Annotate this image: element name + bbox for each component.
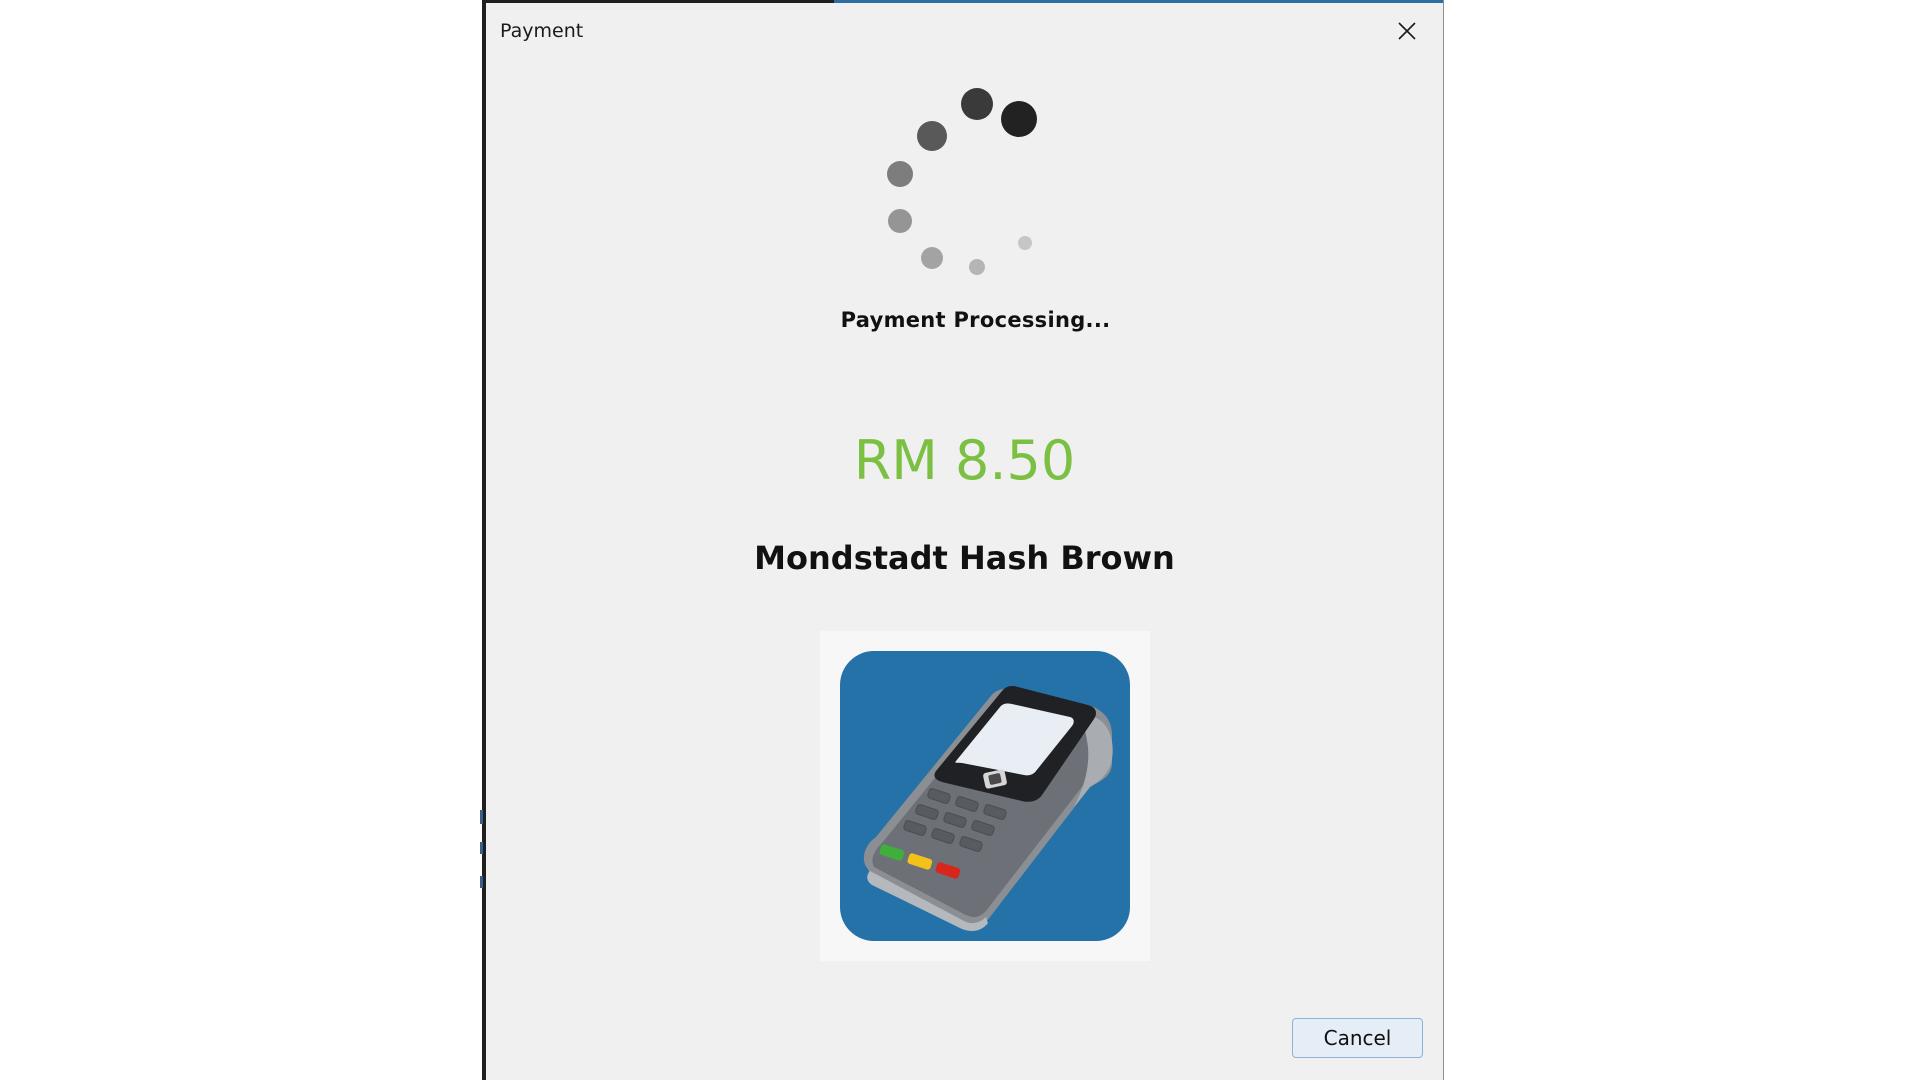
desktop-background: Payment Payment Processing... RM 8.50 Mo…	[0, 0, 1920, 1080]
product-name: Mondstadt Hash Brown	[754, 539, 1175, 577]
background-window-edge	[480, 842, 483, 854]
background-window-edge	[480, 810, 483, 824]
payment-status-text: Payment Processing...	[840, 308, 1111, 332]
title-bar[interactable]: Payment	[486, 3, 1443, 59]
cancel-button[interactable]: Cancel	[1292, 1018, 1423, 1058]
dialog-content: Payment Processing... RM 8.50 Mondstadt …	[486, 59, 1443, 1080]
background-window-edge	[480, 876, 483, 888]
payment-amount: RM 8.50	[853, 429, 1076, 492]
window-title: Payment	[500, 20, 584, 42]
loading-spinner-icon	[887, 88, 1037, 275]
card-terminal-icon	[840, 651, 1130, 941]
close-button[interactable]	[1371, 3, 1443, 59]
card-terminal-image	[820, 631, 1150, 961]
payment-dialog: Payment Payment Processing... RM 8.50 Mo…	[482, 0, 1444, 1080]
close-icon	[1398, 22, 1416, 40]
